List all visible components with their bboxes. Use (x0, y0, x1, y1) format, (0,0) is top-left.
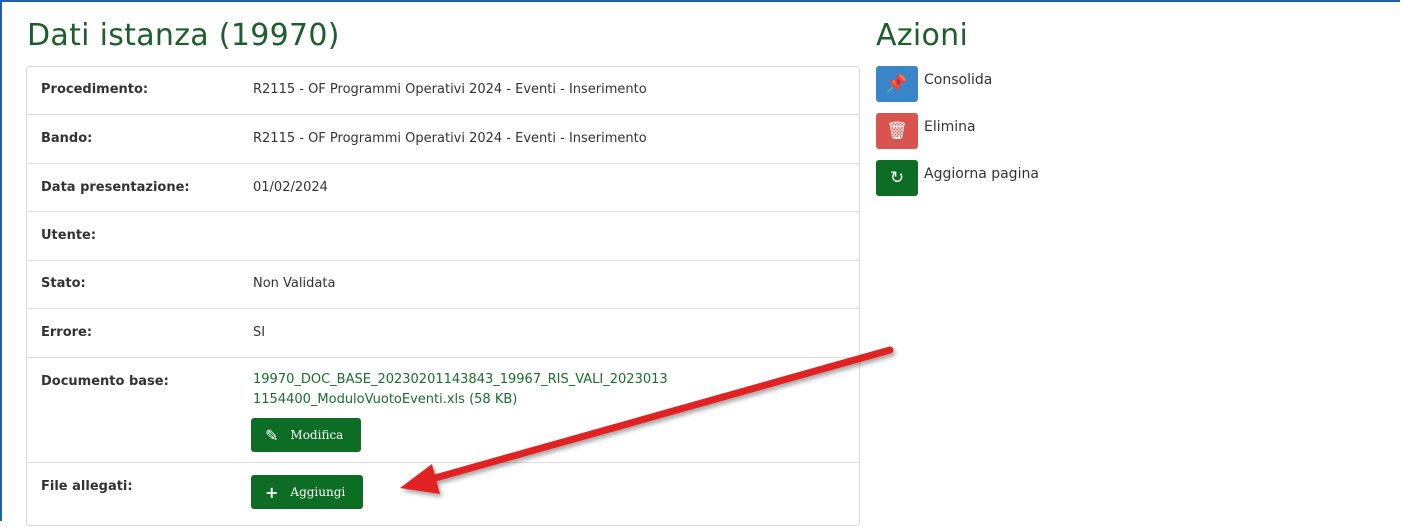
annotation-arrow (400, 346, 894, 494)
